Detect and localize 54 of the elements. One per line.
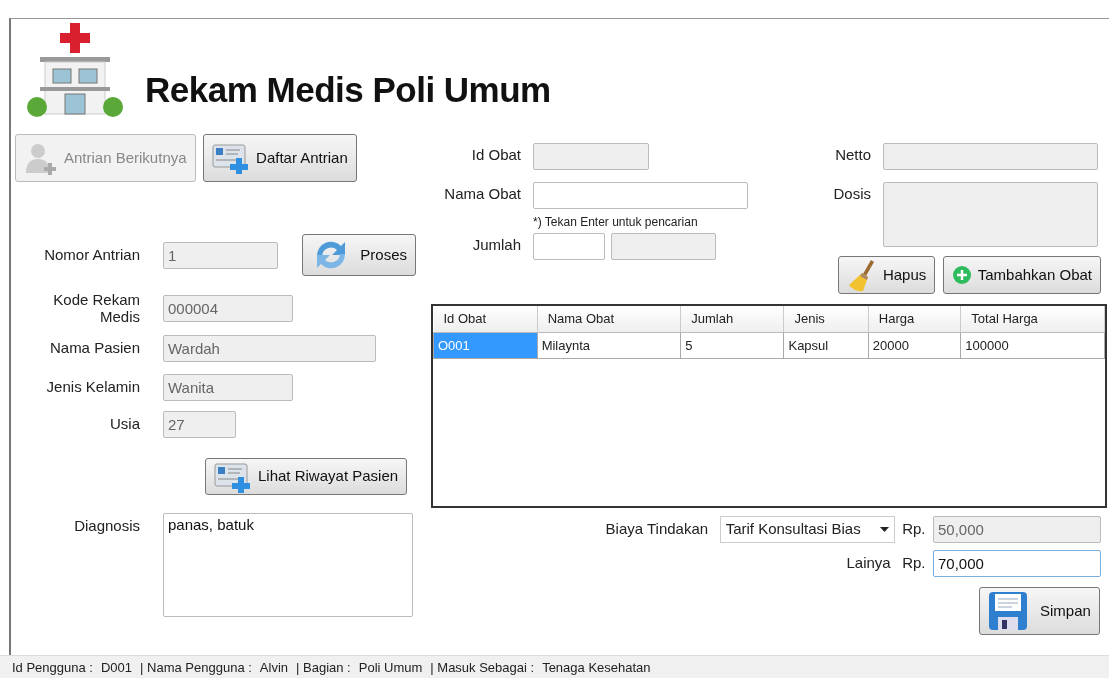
clear-button[interactable]: Hapus: [837, 256, 936, 294]
table-cell: 20000: [868, 332, 961, 359]
field-label: Netto: [834, 147, 871, 164]
field-label: Id Obat: [470, 147, 521, 164]
field-label: Diagnosis: [73, 518, 140, 535]
table-cell: Milaynta: [537, 332, 681, 359]
status-label: | Masuk Sebagai :: [430, 658, 535, 677]
add-drug-button[interactable]: Tambahkan Obat: [942, 256, 1101, 294]
queue-list-button[interactable]: Daftar Antrian: [203, 134, 357, 182]
field-label: Biaya Tindakan: [605, 521, 709, 538]
text-field[interactable]: [533, 233, 605, 260]
text-field[interactable]: 70,000: [933, 550, 1101, 577]
table-cell: 100000: [960, 332, 1105, 359]
currency-label: Rp.: [902, 521, 926, 538]
process-button[interactable]: Proses: [302, 234, 416, 276]
status-label: Id Pengguna :: [12, 658, 93, 677]
status-value: D001: [100, 658, 133, 677]
status-label: | Bagian :: [296, 658, 351, 677]
save-button[interactable]: Simpan: [979, 587, 1100, 635]
field-label: Dosis: [832, 186, 871, 203]
column-header[interactable]: Id Obat: [433, 306, 538, 332]
id-card-plus-icon: [214, 460, 252, 493]
field-label: Usia: [109, 416, 140, 433]
plus-circle-icon: [951, 265, 972, 285]
column-header[interactable]: Total Harga: [960, 306, 1105, 332]
dropdown-value: Tarif Konsultasi Bias: [725, 519, 861, 540]
form-title: Rekam Medis Poli Umum: [145, 69, 551, 111]
caret-icon: [879, 527, 889, 532]
table-cell: Kapsul: [783, 332, 869, 359]
status-value: Poli Umum: [358, 658, 423, 677]
status-value: Tenaga Kesehatan: [542, 658, 651, 677]
column-header[interactable]: Harga: [868, 306, 961, 332]
field-label: Kode Rekam Medis: [52, 292, 140, 325]
status-value: Alvin: [259, 658, 289, 677]
field-label: Jenis Kelamin: [45, 379, 140, 396]
text-field[interactable]: [533, 182, 748, 209]
field-label: Nomor Antrian: [43, 246, 140, 264]
person-add-icon: [24, 141, 58, 175]
broom-icon: [846, 258, 877, 292]
view-history-button[interactable]: Lihat Riwayat Pasien: [205, 458, 408, 495]
column-header[interactable]: Jenis: [783, 306, 869, 332]
table-cell: 5: [680, 332, 784, 359]
diagnosis-textarea[interactable]: panas, batuk: [163, 513, 413, 617]
field-label: Nama Pasien: [48, 340, 140, 357]
column-header[interactable]: Jumlah: [680, 306, 784, 332]
table-cell: O001: [433, 332, 538, 359]
field-label: Lainya: [846, 555, 891, 572]
field-label: Jumlah: [471, 237, 521, 254]
status-label: | Nama Pengguna :: [140, 658, 252, 677]
id-card-plus-icon: [212, 142, 251, 174]
currency-label: Rp.: [902, 555, 926, 572]
search-hint: *) Tekan Enter untuk pencarian: [533, 214, 699, 231]
column-header[interactable]: Nama Obat: [537, 306, 681, 332]
field-label: Nama Obat: [443, 186, 521, 203]
